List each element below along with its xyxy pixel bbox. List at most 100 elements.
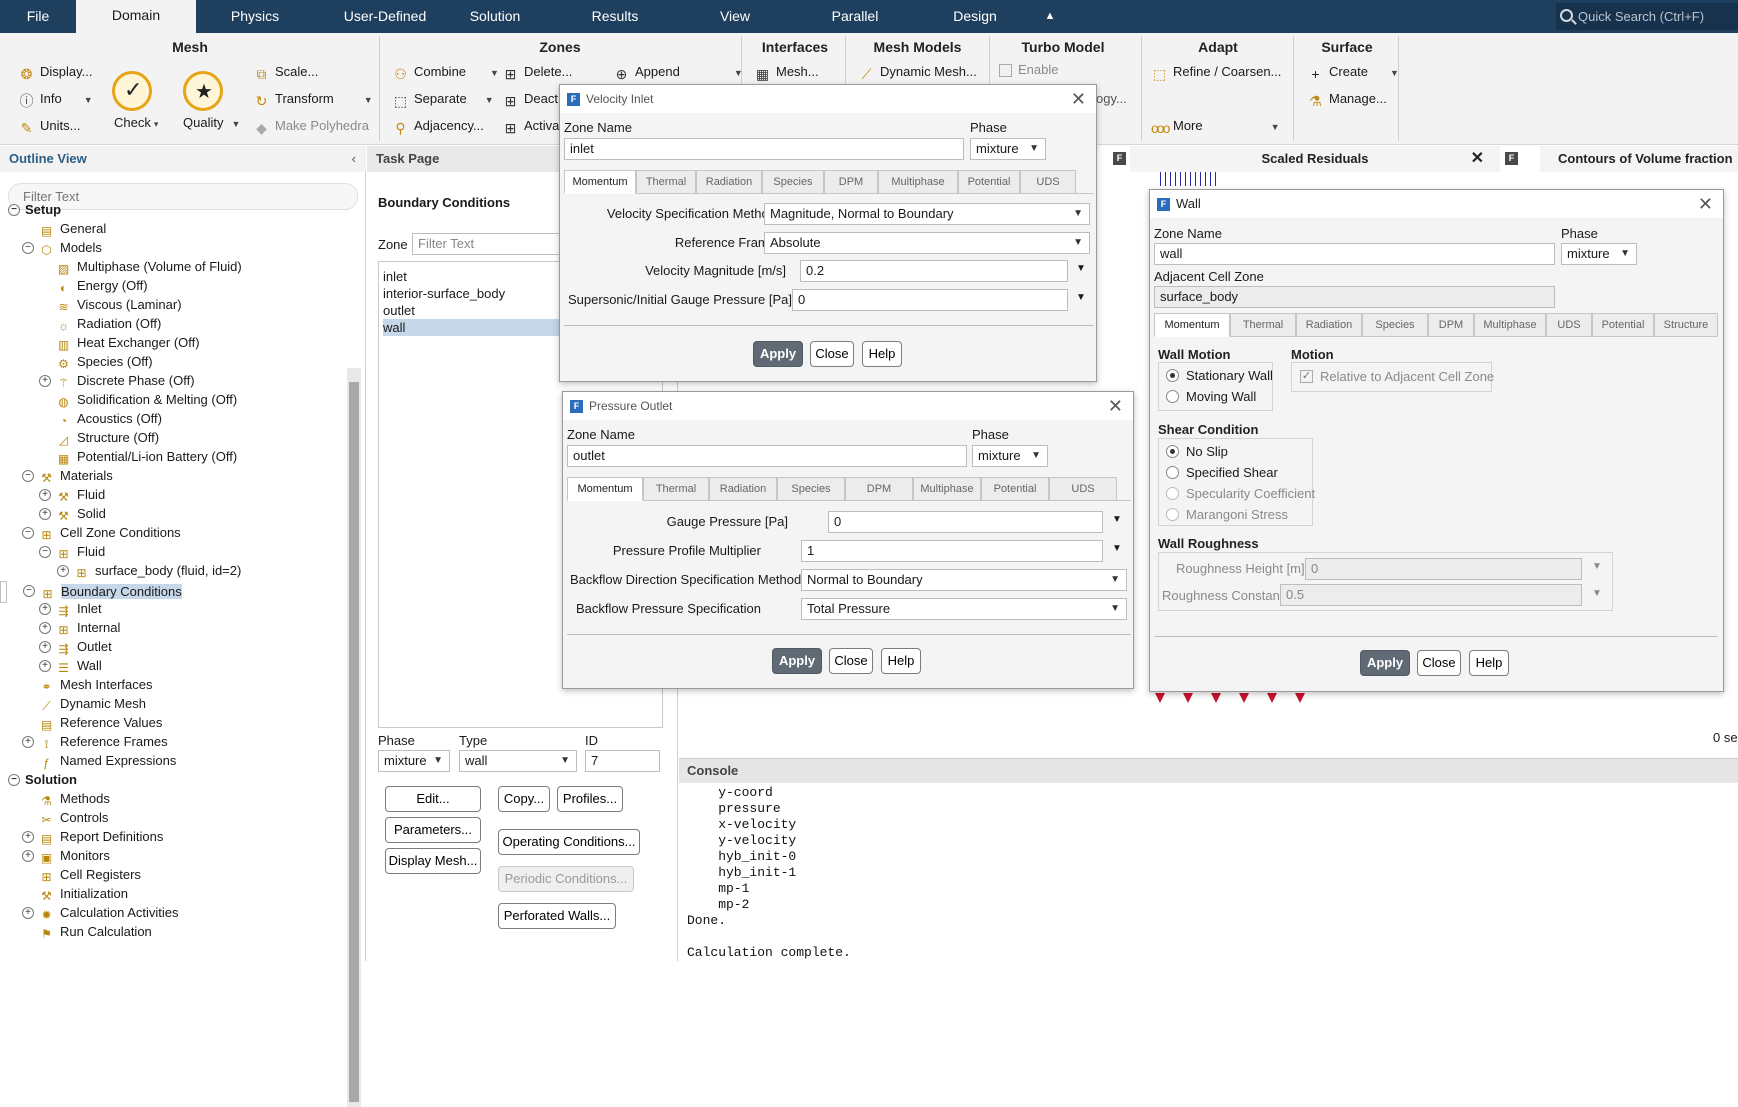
velocity-magnitude-field[interactable]: 0.2: [800, 260, 1068, 282]
refine-coarsen-button[interactable]: ⬚ Refine / Coarsen...: [1151, 63, 1282, 82]
zone-name-field[interactable]: inlet: [564, 138, 964, 160]
profiles-button[interactable]: Profiles...: [557, 786, 623, 812]
tab-potential[interactable]: Potential: [958, 170, 1020, 194]
chevron-down-icon[interactable]: ▼: [1112, 543, 1122, 554]
velocity-spec-select[interactable]: Magnitude, Normal to Boundary ▼: [764, 203, 1090, 225]
tab-species[interactable]: Species: [762, 170, 824, 194]
tab-thermal[interactable]: Thermal: [643, 477, 709, 501]
close-button[interactable]: Close: [829, 648, 873, 674]
topology-button[interactable]: ogy...: [1096, 90, 1127, 108]
turbo-enable-checkbox[interactable]: [999, 64, 1012, 77]
backflow-pressure-select[interactable]: Total Pressure ▼: [801, 598, 1127, 620]
menu-domain[interactable]: Domain: [76, 0, 196, 33]
tab-radiation[interactable]: Radiation: [709, 477, 777, 501]
zone-item-interior[interactable]: interior-surface_body: [383, 285, 505, 302]
specified-shear-radio[interactable]: [1166, 466, 1179, 479]
supersonic-pressure-field[interactable]: 0: [792, 289, 1068, 311]
tab-potential[interactable]: Potential: [1592, 313, 1654, 337]
tab-multiphase[interactable]: Multiphase: [1474, 313, 1546, 337]
make-polyhedra-button[interactable]: ◆ Make Polyhedra: [253, 117, 369, 136]
close-button[interactable]: Close: [810, 341, 854, 367]
adapt-more-button[interactable]: ooo More ▼: [1151, 117, 1280, 136]
zone-name-field[interactable]: outlet: [567, 445, 967, 467]
menu-parallel[interactable]: Parallel: [810, 0, 900, 33]
close-icon[interactable]: ✕: [1108, 392, 1123, 420]
tree-item-boundary-conditions[interactable]: − ⊞ Boundary Conditions: [0, 581, 182, 603]
tab-momentum[interactable]: Momentum: [567, 477, 643, 501]
phase-select[interactable]: mixture ▼: [972, 445, 1048, 467]
tree-toggle-icon[interactable]: −: [22, 242, 34, 254]
tab-dpm[interactable]: DPM: [1428, 313, 1474, 337]
apply-button[interactable]: Apply: [1360, 650, 1410, 676]
reference-frame-select[interactable]: Absolute ▼: [764, 232, 1090, 254]
menu-solution[interactable]: Solution: [450, 0, 540, 33]
menu-physics[interactable]: Physics: [200, 0, 310, 33]
chevron-down-icon[interactable]: ▼: [1592, 561, 1602, 572]
collapse-ribbon-icon[interactable]: ▲: [1040, 0, 1060, 33]
stationary-wall-radio[interactable]: [1166, 369, 1179, 382]
tab-dpm[interactable]: DPM: [845, 477, 913, 501]
zone-item-outlet[interactable]: outlet: [383, 302, 415, 319]
relative-checkbox[interactable]: ✓: [1300, 370, 1313, 383]
tree-toggle-icon[interactable]: +: [39, 660, 51, 672]
close-icon[interactable]: ✕: [1071, 85, 1086, 113]
tab-radiation[interactable]: Radiation: [1296, 313, 1362, 337]
operating-conditions-button[interactable]: Operating Conditions...: [498, 829, 640, 855]
type-select[interactable]: wall ▼: [459, 750, 577, 772]
menu-file[interactable]: File: [0, 0, 76, 33]
close-button[interactable]: Close: [1417, 650, 1461, 676]
chevron-down-icon[interactable]: ▼: [1076, 263, 1086, 274]
zone-name-field[interactable]: wall: [1154, 243, 1555, 265]
tab-momentum[interactable]: Momentum: [1154, 313, 1230, 337]
specularity-radio[interactable]: [1166, 487, 1179, 500]
info-button[interactable]: ⓘ Info ▼: [18, 90, 93, 109]
tree-toggle-icon[interactable]: +: [39, 508, 51, 520]
deactivate-button[interactable]: ⊞ Deact: [502, 90, 558, 109]
tree-toggle-icon[interactable]: +: [22, 831, 34, 843]
surface-create-button[interactable]: + Create ▼: [1307, 63, 1399, 82]
zone-item-inlet[interactable]: inlet: [383, 268, 407, 285]
tree-toggle-icon[interactable]: +: [39, 622, 51, 634]
tree-toggle-icon[interactable]: +: [39, 489, 51, 501]
phase-select[interactable]: mixture ▼: [378, 750, 450, 772]
parameters-button[interactable]: Parameters...: [385, 817, 481, 843]
display-mesh-button[interactable]: Display Mesh...: [385, 848, 481, 874]
display-button[interactable]: ❂ Display...: [18, 63, 93, 82]
transform-button[interactable]: ↻ Transform ▼: [253, 90, 373, 109]
surface-manage-button[interactable]: ⚗ Manage...: [1307, 90, 1387, 109]
tab-dpm[interactable]: DPM: [824, 170, 878, 194]
tree-toggle-icon[interactable]: +: [22, 850, 34, 862]
tree-toggle-icon[interactable]: −: [39, 546, 51, 558]
append-button[interactable]: ⊕ Append ▼: [613, 63, 743, 82]
id-field[interactable]: 7: [585, 750, 660, 772]
tab-species[interactable]: Species: [1362, 313, 1428, 337]
close-icon[interactable]: ✕: [1471, 146, 1484, 172]
activate-button[interactable]: ⊞ Activa: [502, 117, 560, 136]
tab-scaled-residuals[interactable]: Scaled Residuals ✕: [1130, 146, 1500, 172]
tree-toggle-icon[interactable]: −: [23, 585, 35, 597]
quick-search-input[interactable]: Quick Search (Ctrl+F): [1556, 3, 1738, 30]
tree-toggle-icon[interactable]: −: [22, 470, 34, 482]
tab-radiation[interactable]: Radiation: [696, 170, 762, 194]
close-icon[interactable]: ✕: [1698, 190, 1713, 218]
dynamic-mesh-button[interactable]: ⟋ Dynamic Mesh...: [858, 63, 977, 82]
tree-toggle-icon[interactable]: −: [22, 527, 34, 539]
apply-button[interactable]: Apply: [772, 648, 822, 674]
scale-button[interactable]: ⧉ Scale...: [253, 63, 319, 82]
phase-select[interactable]: mixture ▼: [1561, 243, 1637, 265]
units-button[interactable]: ✎ Units...: [18, 117, 81, 136]
pressure-multiplier-field[interactable]: 1: [801, 540, 1103, 562]
tree-toggle-icon[interactable]: −: [8, 774, 20, 786]
help-button[interactable]: Help: [862, 341, 902, 367]
chevron-down-icon[interactable]: ▼: [1592, 588, 1602, 599]
tab-momentum[interactable]: Momentum: [564, 170, 636, 194]
phase-select[interactable]: mixture ▼: [970, 138, 1046, 160]
tab-potential[interactable]: Potential: [981, 477, 1049, 501]
adjacency-button[interactable]: ⚲ Adjacency...: [392, 117, 484, 136]
help-button[interactable]: Help: [881, 648, 921, 674]
chevron-down-icon[interactable]: ▼: [1076, 292, 1086, 303]
tab-multiphase[interactable]: Multiphase: [878, 170, 958, 194]
menu-user-defined[interactable]: User-Defined: [320, 0, 450, 33]
periodic-conditions-button[interactable]: Periodic Conditions...: [498, 866, 634, 892]
marangoni-radio[interactable]: [1166, 508, 1179, 521]
